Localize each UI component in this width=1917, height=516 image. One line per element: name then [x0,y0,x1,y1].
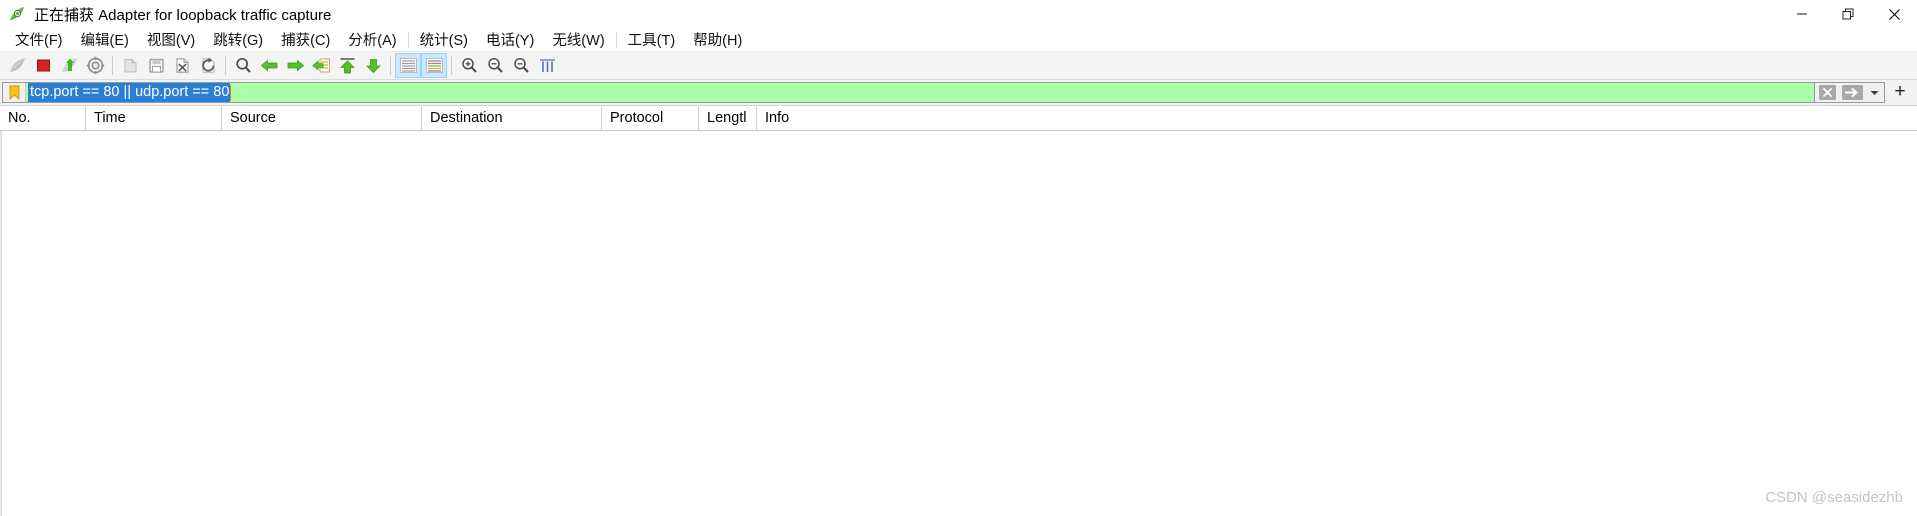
column-header-length[interactable]: Lengtl [699,106,757,130]
column-header-protocol[interactable]: Protocol [602,106,699,130]
packet-list-body[interactable]: CSDN @seasidezhb [0,131,1917,516]
toolbar-separator-4 [451,56,452,75]
display-filter-bar: tcp.port == 80 || udp.port == 80 + [0,80,1917,106]
menu-label-view: 视图(V) [146,32,196,49]
start-capture-icon[interactable] [4,53,30,78]
restore-button[interactable] [1825,0,1871,28]
menu-separator-2 [615,31,617,48]
menu-label-go: 跳转(G) [213,32,264,49]
menu-item-file[interactable]: 文件(F) [6,27,72,53]
menu-item-tools[interactable]: 工具(T) [619,27,685,53]
go-to-packet-icon[interactable] [308,53,334,78]
menu-label-telephony: 电话(Y) [485,32,535,49]
csdn-watermark: CSDN @seasidezhb [1765,489,1903,506]
go-forward-icon[interactable] [282,53,308,78]
window-title: 正在捕获 Adapter for loopback traffic captur… [34,6,332,24]
menu-label-wireless: 无线(W) [552,32,605,49]
wireshark-shark-fin-icon [8,5,26,23]
apply-filter-arrow-icon[interactable] [1840,83,1865,102]
menu-item-analyze[interactable]: 分析(A) [339,27,405,53]
clear-filter-icon[interactable] [1815,83,1840,102]
find-packet-icon[interactable] [230,53,256,78]
menu-label-tools: 工具(T) [627,32,676,49]
close-file-icon[interactable] [169,53,195,78]
main-toolbar [0,52,1917,80]
toolbar-separator-1 [112,56,113,75]
toolbar-separator-2 [225,56,226,75]
menu-item-telephony[interactable]: 电话(Y) [477,27,543,53]
bookmark-icon[interactable] [3,83,26,102]
packet-list-left-edge [1,131,2,516]
column-header-time[interactable]: Time [86,106,222,130]
stop-capture-icon[interactable] [30,53,56,78]
text-caret [230,84,232,101]
menu-label-capture: 捕获(C) [281,32,331,49]
display-filter-input[interactable]: tcp.port == 80 || udp.port == 80 [2,82,1814,103]
menu-item-edit[interactable]: 编辑(E) [72,27,138,53]
menu-label-analyze: 分析(A) [348,32,397,49]
menu-item-wireless[interactable]: 无线(W) [543,27,613,53]
menu-item-capture[interactable]: 捕获(C) [272,27,339,53]
restart-capture-icon[interactable] [56,53,82,78]
menu-item-help[interactable]: 帮助(H) [684,27,751,53]
minimize-button[interactable] [1779,0,1825,28]
zoom-reset-icon[interactable] [508,53,534,78]
chevron-down-icon[interactable] [1865,83,1884,102]
open-file-icon[interactable] [117,53,143,78]
capture-options-icon[interactable] [82,53,108,78]
resize-columns-icon[interactable] [534,53,560,78]
reload-file-icon[interactable] [195,53,221,78]
menu-item-statistics[interactable]: 统计(S) [411,27,477,53]
title-bar: 正在捕获 Adapter for loopback traffic captur… [0,0,1917,28]
menu-item-view[interactable]: 视图(V) [138,27,204,53]
menu-label-edit: 编辑(E) [80,32,129,49]
close-button[interactable] [1871,0,1917,28]
go-to-last-icon[interactable] [360,53,386,78]
column-header-info[interactable]: Info [757,106,1917,130]
colorize-icon[interactable] [421,53,447,78]
menu-label-statistics: 统计(S) [419,32,468,49]
display-filter-text-area[interactable]: tcp.port == 80 || udp.port == 80 [26,83,1814,102]
auto-scroll-icon[interactable] [395,53,421,78]
column-header-destination[interactable]: Destination [422,106,602,130]
save-file-icon[interactable] [143,53,169,78]
packet-list-header: No. Time Source Destination Protocol Len… [0,106,1917,131]
zoom-out-icon[interactable] [482,53,508,78]
go-back-icon[interactable] [256,53,282,78]
menu-item-go[interactable]: 跳转(G) [204,27,272,53]
wireshark-window: 正在捕获 Adapter for loopback traffic captur… [0,0,1917,516]
column-header-source[interactable]: Source [222,106,422,130]
add-filter-button[interactable]: + [1885,81,1915,102]
go-to-first-icon[interactable] [334,53,360,78]
menu-bar: 文件(F) 编辑(E) 视图(V) 跳转(G) 捕获(C) 分析(A) 统计(S… [0,28,1917,52]
menu-label-help: 帮助(H) [693,32,743,49]
display-filter-buttons [1814,82,1885,103]
menu-label-file: 文件(F) [15,32,63,49]
toolbar-separator-3 [390,56,391,75]
display-filter-value: tcp.port == 80 || udp.port == 80 [28,83,231,102]
title-bar-left: 正在捕获 Adapter for loopback traffic captur… [0,4,331,25]
column-header-no[interactable]: No. [0,106,86,130]
zoom-in-icon[interactable] [456,53,482,78]
menu-separator-1 [407,31,409,48]
window-controls [1779,0,1917,28]
